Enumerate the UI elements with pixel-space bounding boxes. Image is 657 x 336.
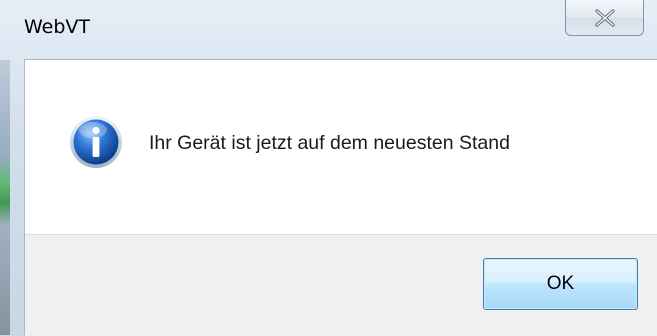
dialog-message: Ihr Gerät ist jetzt auf dem neuesten Sta… xyxy=(149,132,510,154)
background-window-edge xyxy=(0,60,10,335)
window-title: WebVT xyxy=(24,16,91,38)
dialog-content: Ihr Gerät ist jetzt auf dem neuesten Sta… xyxy=(24,59,657,336)
dialog-window: WebVT Ihr Gerät ist jetzt auf dem neuest… xyxy=(0,0,657,336)
close-button[interactable] xyxy=(565,0,644,36)
ok-button[interactable]: OK xyxy=(483,258,638,310)
information-icon xyxy=(70,116,122,168)
button-bar: OK xyxy=(25,234,657,336)
close-icon xyxy=(594,8,615,27)
message-area: Ihr Gerät ist jetzt auf dem neuesten Sta… xyxy=(25,60,657,234)
